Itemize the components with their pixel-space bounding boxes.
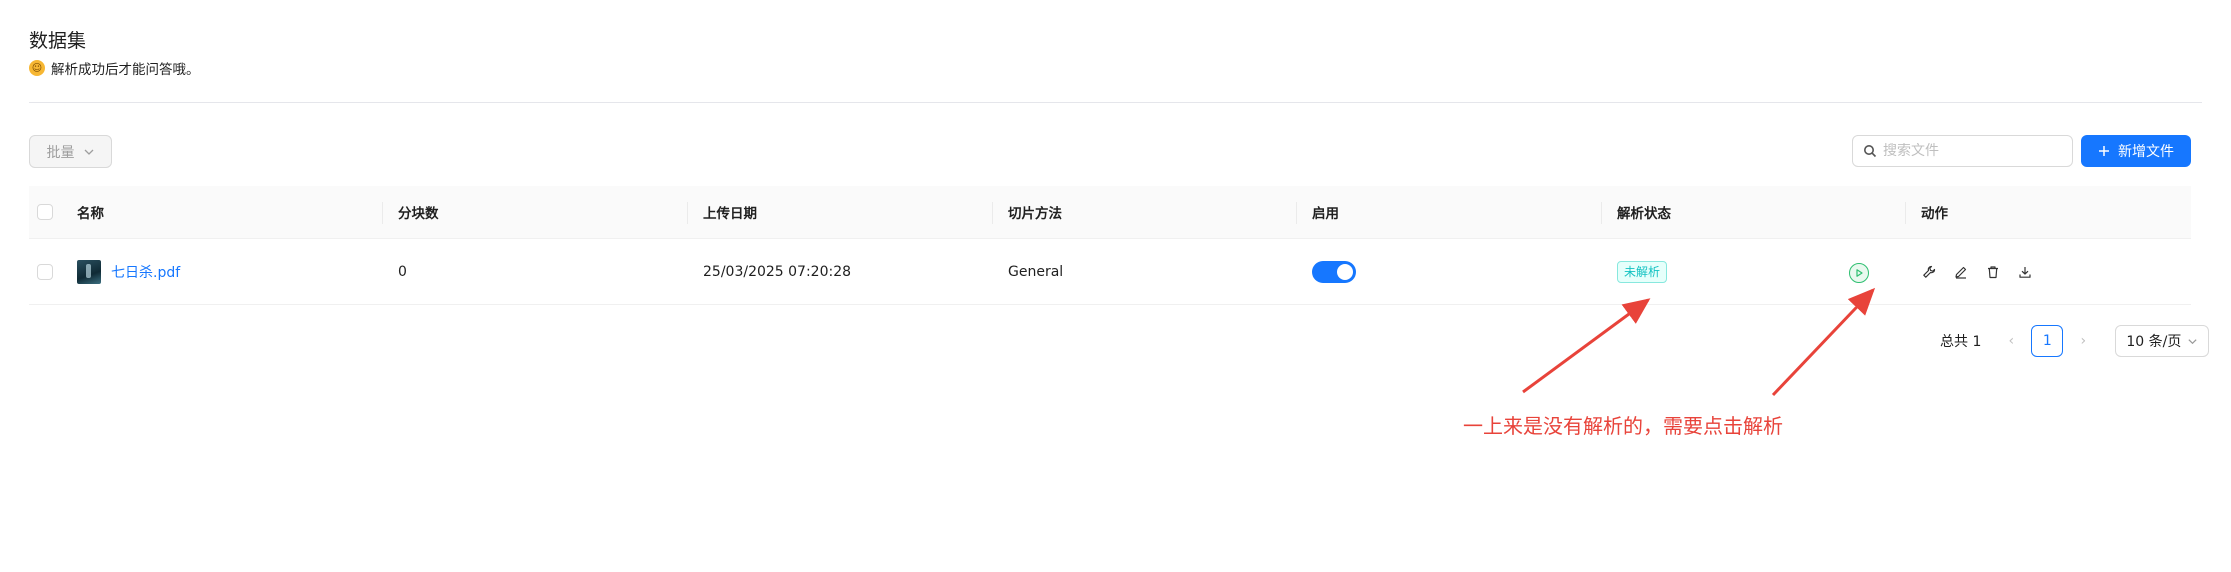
new-file-label: 新增文件 bbox=[2118, 144, 2174, 160]
upload-date-cell: 25/03/2025 07:20:28 bbox=[703, 263, 852, 280]
page-size-value: 10 条/页 bbox=[2126, 334, 2182, 350]
file-name-cell: 七日杀.pdf bbox=[77, 239, 382, 304]
annotation-arrow-play bbox=[1771, 287, 1876, 397]
file-thumbnail bbox=[77, 259, 101, 284]
header-enabled: 启用 bbox=[1296, 186, 1601, 238]
batch-dropdown-button[interactable]: 批量 bbox=[29, 135, 112, 168]
row-actions bbox=[1921, 264, 2033, 280]
annotation-arrow-status bbox=[1522, 298, 1651, 394]
play-icon bbox=[1856, 269, 1863, 277]
table-header-row: 名称 分块数 上传日期 切片方法 启用 解析状态 动作 bbox=[29, 186, 2191, 239]
page-size-select[interactable]: 10 条/页 bbox=[2115, 325, 2210, 357]
parse-play-button[interactable] bbox=[1849, 263, 1869, 283]
search-box[interactable] bbox=[1852, 135, 2073, 167]
annotation-text: 一上来是没有解析的，需要点击解析 bbox=[1463, 414, 1783, 438]
chunk-method-cell: General bbox=[1008, 263, 1064, 280]
file-name-link[interactable]: 七日杀.pdf bbox=[111, 262, 180, 282]
enabled-cell bbox=[1296, 239, 1601, 304]
subtitle-text: 解析成功后才能问答哦。 bbox=[51, 62, 200, 78]
row-checkbox[interactable] bbox=[37, 263, 53, 280]
header-parse-status: 解析状态 bbox=[1601, 186, 1905, 238]
actions-cell bbox=[1905, 239, 2191, 304]
page-subtitle: ☺ 解析成功后才能问答哦。 bbox=[29, 58, 200, 78]
header-chunks: 分块数 bbox=[382, 186, 687, 238]
next-page-button[interactable]: › bbox=[2067, 333, 2099, 349]
pagination: 总共 1 ‹ 1 › 10 条/页 bbox=[1940, 325, 2210, 357]
prev-page-button[interactable]: ‹ bbox=[1995, 333, 2027, 349]
chunks-cell: 0 bbox=[398, 263, 407, 280]
page-number-button[interactable]: 1 bbox=[2031, 325, 2064, 357]
header-actions: 动作 bbox=[1905, 186, 2191, 238]
status-badge: 未解析 bbox=[1617, 260, 1668, 283]
chevron-down-icon bbox=[2188, 338, 2197, 344]
header-select-cell bbox=[29, 186, 77, 238]
select-all-checkbox[interactable] bbox=[37, 204, 53, 220]
new-file-button[interactable]: 新增文件 bbox=[2081, 135, 2191, 167]
chevron-down-icon bbox=[84, 149, 93, 155]
batch-label: 批量 bbox=[46, 144, 75, 161]
plus-icon bbox=[2099, 146, 2109, 156]
search-input[interactable] bbox=[1883, 143, 2063, 159]
header-name: 名称 bbox=[77, 206, 104, 222]
wrench-icon[interactable] bbox=[1921, 264, 1937, 280]
download-icon[interactable] bbox=[2017, 264, 2033, 280]
search-icon bbox=[1864, 145, 1877, 158]
trash-icon[interactable] bbox=[1985, 264, 2001, 280]
page-title: 数据集 bbox=[29, 30, 87, 52]
pagination-total: 总共 1 bbox=[1940, 334, 1982, 350]
header-divider bbox=[29, 102, 2202, 103]
row-select-cell bbox=[29, 239, 77, 304]
header-upload-date: 上传日期 bbox=[687, 186, 992, 238]
dataset-table: 名称 分块数 上传日期 切片方法 启用 解析状态 动作 七日杀.pdf 0 25… bbox=[29, 186, 2191, 305]
pencil-icon[interactable] bbox=[1953, 264, 1969, 280]
smile-emoji-icon: ☺ bbox=[29, 60, 45, 76]
page-header: 数据集 ☺ 解析成功后才能问答哦。 bbox=[29, 28, 200, 78]
header-chunk-method: 切片方法 bbox=[992, 186, 1296, 238]
enable-toggle[interactable] bbox=[1312, 260, 1356, 283]
